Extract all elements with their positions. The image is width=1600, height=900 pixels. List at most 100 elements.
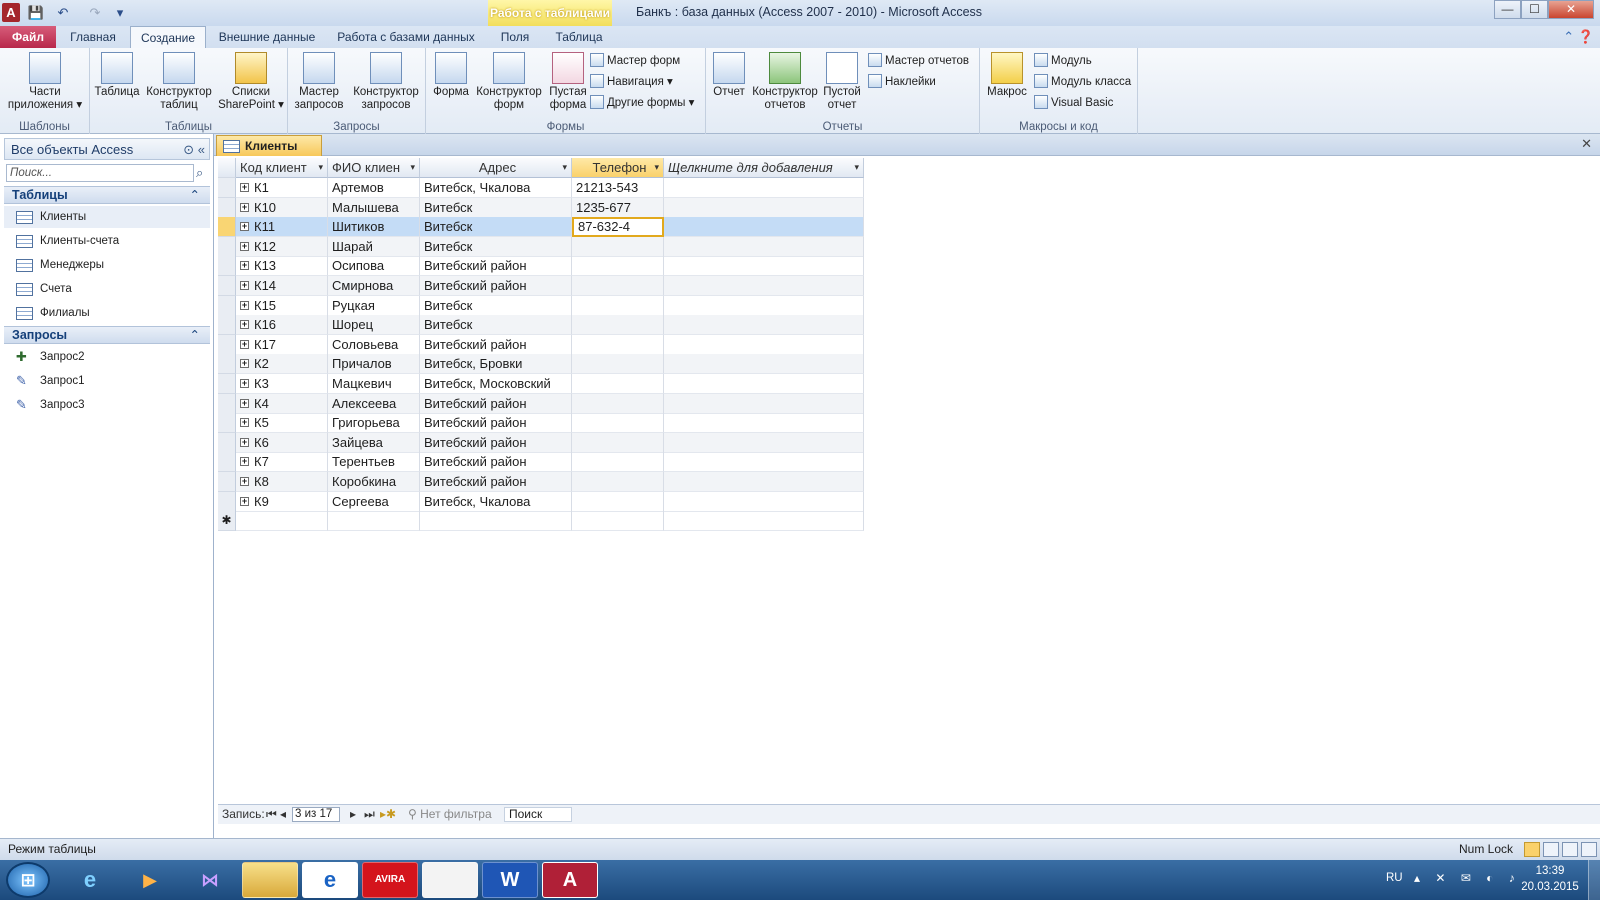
client-name-cell[interactable]: Руцкая <box>328 295 420 316</box>
first-record-icon[interactable]: ⏮ <box>266 805 277 824</box>
nav-search-input[interactable]: Поиск... <box>6 164 194 182</box>
client-id-cell[interactable]: + К2 <box>236 354 328 375</box>
client-id-cell[interactable]: + К5 <box>236 413 328 434</box>
phone-cell[interactable] <box>572 276 664 296</box>
client-id-cell[interactable]: + К14 <box>236 276 328 296</box>
search-icon[interactable]: ⌕ <box>196 164 210 182</box>
new-record-cell[interactable] <box>236 511 328 532</box>
row-selector[interactable] <box>218 217 236 238</box>
address-cell[interactable]: Витебск <box>420 236 572 257</box>
client-id-cell[interactable]: + К9 <box>236 491 328 512</box>
tab-file[interactable]: Файл <box>0 26 56 48</box>
sharepoint-lists-button[interactable]: Списки SharePoint ▾ <box>218 52 284 112</box>
address-cell[interactable]: Витебский район <box>420 334 572 355</box>
address-cell[interactable]: Витебск, Чкалова <box>420 491 572 512</box>
client-id-cell[interactable]: + К3 <box>236 374 328 394</box>
record-position-input[interactable]: 3 из 17 <box>292 807 340 822</box>
phone-cell[interactable] <box>572 452 664 473</box>
client-name-cell[interactable]: Григорьева <box>328 413 420 434</box>
new-record-icon[interactable]: ✱ <box>218 511 236 532</box>
navigation-button[interactable]: Навигация ▾ <box>590 74 673 90</box>
phone-cell[interactable] <box>572 374 664 394</box>
client-name-cell[interactable]: Терентьев <box>328 452 420 473</box>
empty-add-column-cell[interactable] <box>664 393 864 414</box>
customize-qat-icon[interactable]: ▾ <box>112 3 128 23</box>
nav-pane-header[interactable]: Все объекты Access ⊙ « <box>4 138 210 160</box>
expand-subdatasheet-icon[interactable]: + <box>240 183 249 192</box>
blank-form-button[interactable]: Пустая форма <box>546 52 590 112</box>
empty-add-column-cell[interactable] <box>664 334 864 355</box>
column-header[interactable]: Адрес ▾ <box>420 158 572 178</box>
address-cell[interactable]: Витебский район <box>420 393 572 414</box>
document-tab-clients[interactable]: Клиенты <box>216 135 322 156</box>
save-icon[interactable]: 💾 <box>26 3 46 23</box>
tab-fields[interactable]: Поля <box>490 26 540 48</box>
client-name-cell[interactable]: Сергеева <box>328 491 420 512</box>
blank-report-button[interactable]: Пустой отчет <box>822 52 862 112</box>
row-selector[interactable] <box>218 315 236 336</box>
address-cell[interactable]: Витебск, Бровки <box>420 354 572 375</box>
close-document-icon[interactable]: ✕ <box>1581 136 1592 152</box>
access-app-icon[interactable]: A <box>2 3 20 22</box>
class-module-button[interactable]: Модуль класса <box>1034 74 1131 90</box>
expand-subdatasheet-icon[interactable]: + <box>240 320 249 330</box>
internet-explorer-icon[interactable]: e <box>62 862 118 898</box>
table-button[interactable]: Таблица <box>94 52 140 99</box>
client-id-cell[interactable]: + К7 <box>236 452 328 473</box>
tab-external-data[interactable]: Внешние данные <box>212 26 322 48</box>
row-selector[interactable] <box>218 452 236 473</box>
address-cell[interactable]: Витебск <box>420 217 572 238</box>
application-parts-button[interactable]: Части приложения ▾ <box>6 52 84 112</box>
row-selector[interactable] <box>218 295 236 316</box>
form-button[interactable]: Форма <box>430 52 472 99</box>
select-all-corner[interactable] <box>218 158 236 178</box>
client-name-cell[interactable]: Причалов <box>328 354 420 375</box>
empty-add-column-cell[interactable] <box>664 491 864 512</box>
expand-subdatasheet-icon[interactable]: + <box>240 241 249 251</box>
phone-cell[interactable]: 87-632-4 <box>572 217 664 238</box>
row-selector[interactable] <box>218 276 236 296</box>
client-name-cell[interactable]: Смирнова <box>328 276 420 296</box>
filter-status[interactable]: ⚲ Нет фильтра <box>408 805 492 824</box>
new-record-cell[interactable] <box>328 511 420 532</box>
column-dropdown-icon[interactable]: ▾ <box>854 158 859 177</box>
phone-cell[interactable] <box>572 413 664 434</box>
report-wizard-button[interactable]: Мастер отчетов <box>868 53 969 69</box>
start-button[interactable]: ⊞ <box>6 862 50 898</box>
visual-basic-button[interactable]: Visual Basic <box>1034 95 1113 111</box>
empty-add-column-cell[interactable] <box>664 256 864 277</box>
expand-subdatasheet-icon[interactable]: + <box>240 418 249 428</box>
tray-icons[interactable]: ▴ ✕ ✉ ◐ ♪ <box>1414 871 1521 885</box>
empty-add-column-cell[interactable] <box>664 374 864 394</box>
expand-subdatasheet-icon[interactable]: + <box>240 379 249 388</box>
nav-item-table[interactable]: Филиалы <box>4 302 210 324</box>
phone-cell[interactable] <box>572 393 664 414</box>
nav-section-tables[interactable]: Таблицы ⌃ <box>4 186 210 204</box>
column-header[interactable]: Телефон ▾ <box>572 158 664 178</box>
visual-studio-icon[interactable]: ⋈ <box>182 862 238 898</box>
expand-subdatasheet-icon[interactable]: + <box>240 300 249 310</box>
explorer-icon[interactable] <box>242 862 298 898</box>
expand-subdatasheet-icon[interactable]: + <box>240 202 249 212</box>
client-id-cell[interactable]: + К12 <box>236 236 328 257</box>
expand-subdatasheet-icon[interactable]: + <box>240 261 249 271</box>
client-name-cell[interactable]: Коробкина <box>328 472 420 492</box>
row-selector[interactable] <box>218 413 236 434</box>
phone-cell[interactable] <box>572 432 664 453</box>
form-designer-button[interactable]: Конструктор форм <box>474 52 544 112</box>
media-player-icon[interactable]: ▶ <box>122 862 178 898</box>
tab-home[interactable]: Главная <box>60 26 126 48</box>
client-name-cell[interactable]: Шорец <box>328 315 420 336</box>
client-name-cell[interactable]: Малышева <box>328 197 420 218</box>
nav-item-query[interactable]: ✚ Запрос2 <box>4 346 210 368</box>
phone-cell[interactable]: 1235-677 <box>572 197 664 218</box>
labels-button[interactable]: Наклейки <box>868 74 936 90</box>
collapse-chevron-icon[interactable]: ⌃ <box>190 327 200 343</box>
datasheet-view-icon[interactable] <box>1524 842 1540 857</box>
nav-section-queries[interactable]: Запросы ⌃ <box>4 326 210 344</box>
new-record-cell[interactable] <box>420 511 572 532</box>
column-dropdown-icon[interactable]: ▾ <box>318 158 323 177</box>
help-icon[interactable]: ⌃ ❓ <box>1563 29 1594 45</box>
empty-add-column-cell[interactable] <box>664 452 864 473</box>
address-cell[interactable]: Витебск <box>420 315 572 336</box>
